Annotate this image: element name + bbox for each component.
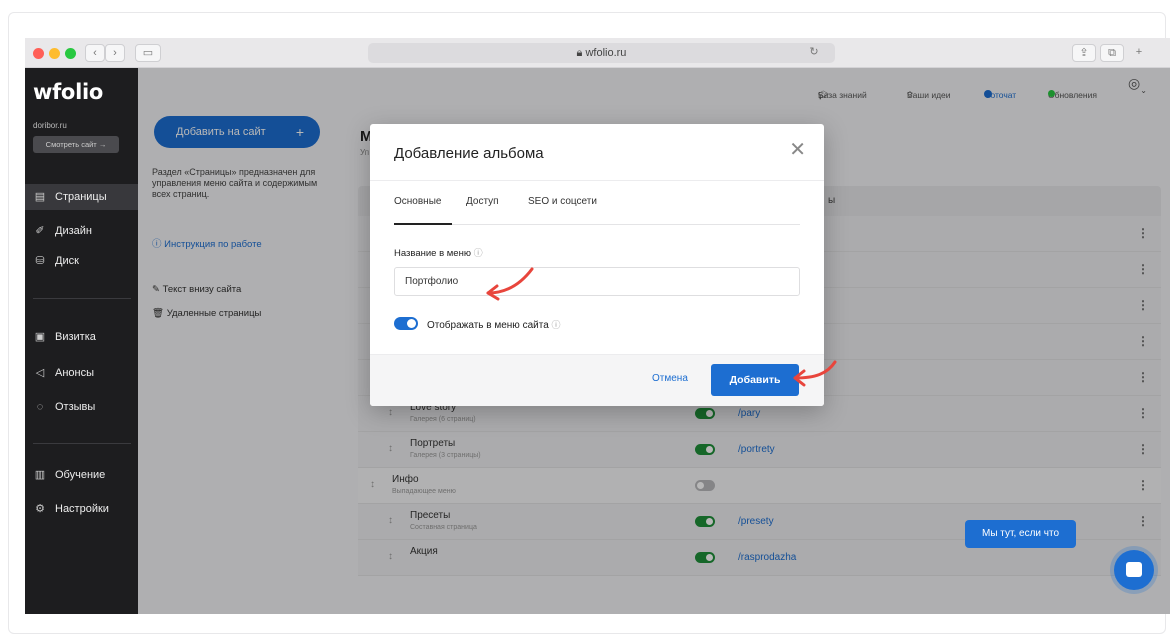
sidebar-toggle-button[interactable]: ▭ <box>135 44 161 62</box>
pages-icon: ▤ <box>34 191 46 203</box>
chat-greeting-bubble[interactable]: Мы тут, если что <box>965 520 1076 548</box>
sidebar-item-announcements[interactable]: ◁ Анонсы <box>25 360 138 386</box>
address-bar[interactable]: 🔒︎ wfolio.ru <box>368 43 835 63</box>
sidebar: wfolio doribor.ru Смотреть сайт → ▤ Стран… <box>25 68 138 614</box>
book-icon: ▥ <box>34 469 46 481</box>
reload-icon[interactable]: ↻ <box>803 44 825 62</box>
tab-seo[interactable]: SEO и соцсети <box>528 196 597 207</box>
forward-button[interactable]: › <box>105 44 125 62</box>
sidebar-item-learning[interactable]: ▥ Обучение <box>25 462 138 488</box>
back-button[interactable]: ‹ <box>85 44 105 62</box>
sidebar-item-pages[interactable]: ▤ Страницы <box>25 184 138 210</box>
add-album-dialog: Добавление альбома ✕ Основные Доступ SEO… <box>370 124 824 406</box>
sidebar-divider <box>33 298 131 299</box>
sidebar-item-disk[interactable]: ⛁ Диск <box>25 248 138 274</box>
annotation-arrow-add <box>793 360 837 387</box>
megaphone-icon: ◁ <box>35 367 45 379</box>
menu-name-input[interactable]: Портфолио <box>394 267 800 296</box>
sidebar-item-design[interactable]: ✐ Дизайн <box>25 218 138 244</box>
new-tab-button[interactable]: + <box>1129 44 1149 62</box>
tab-access[interactable]: Доступ <box>466 196 499 207</box>
disk-icon: ⛁ <box>35 255 45 267</box>
sidebar-divider <box>33 443 131 444</box>
sidebar-item-card[interactable]: ▣ Визитка <box>25 324 138 350</box>
close-window-button[interactable] <box>33 48 44 59</box>
lock-icon: 🔒︎ <box>576 47 583 59</box>
dialog-footer: Отмена Добавить <box>370 354 824 406</box>
site-domain: doribor.ru <box>33 121 67 130</box>
help-circle-icon[interactable]: ⓘ <box>474 248 483 258</box>
cancel-button[interactable]: Отмена <box>652 373 688 384</box>
active-tab-indicator <box>394 223 452 225</box>
brush-icon: ✐ <box>35 225 45 237</box>
view-site-button[interactable]: Смотреть сайт → <box>33 136 119 153</box>
url-text: wfolio.ru <box>585 47 627 59</box>
close-icon[interactable]: ✕ <box>789 140 806 160</box>
reviews-icon: ◌ <box>36 401 44 413</box>
tabs-divider <box>394 224 800 225</box>
show-in-menu-label: Отображать в меню сайта ⓘ <box>427 320 561 331</box>
tabs-button[interactable]: ⧉ <box>1100 44 1124 62</box>
sidebar-item-settings[interactable]: ⚙ Настройки <box>25 496 138 522</box>
minimize-window-button[interactable] <box>49 48 60 59</box>
share-button[interactable]: ⇪ <box>1072 44 1096 62</box>
help-circle-icon[interactable]: ⓘ <box>552 320 561 330</box>
sidebar-item-reviews[interactable]: ◌ Отзывы <box>25 394 138 420</box>
chat-icon[interactable] <box>1114 550 1154 590</box>
card-icon: ▣ <box>34 331 46 343</box>
dialog-divider <box>370 180 824 181</box>
show-in-menu-toggle[interactable] <box>394 317 418 330</box>
logo[interactable]: wfolio <box>33 80 103 104</box>
dialog-title: Добавление альбома <box>394 145 544 162</box>
tab-basic[interactable]: Основные <box>394 196 441 207</box>
annotation-arrow-input <box>486 267 534 301</box>
zoom-window-button[interactable] <box>65 48 76 59</box>
gear-icon: ⚙ <box>35 503 45 515</box>
browser-titlebar: ‹ › ▭ 🔒︎ wfolio.ru ↻ ⇪ ⧉ + <box>25 38 1170 68</box>
menu-name-label: Название в меню ⓘ <box>394 248 483 259</box>
